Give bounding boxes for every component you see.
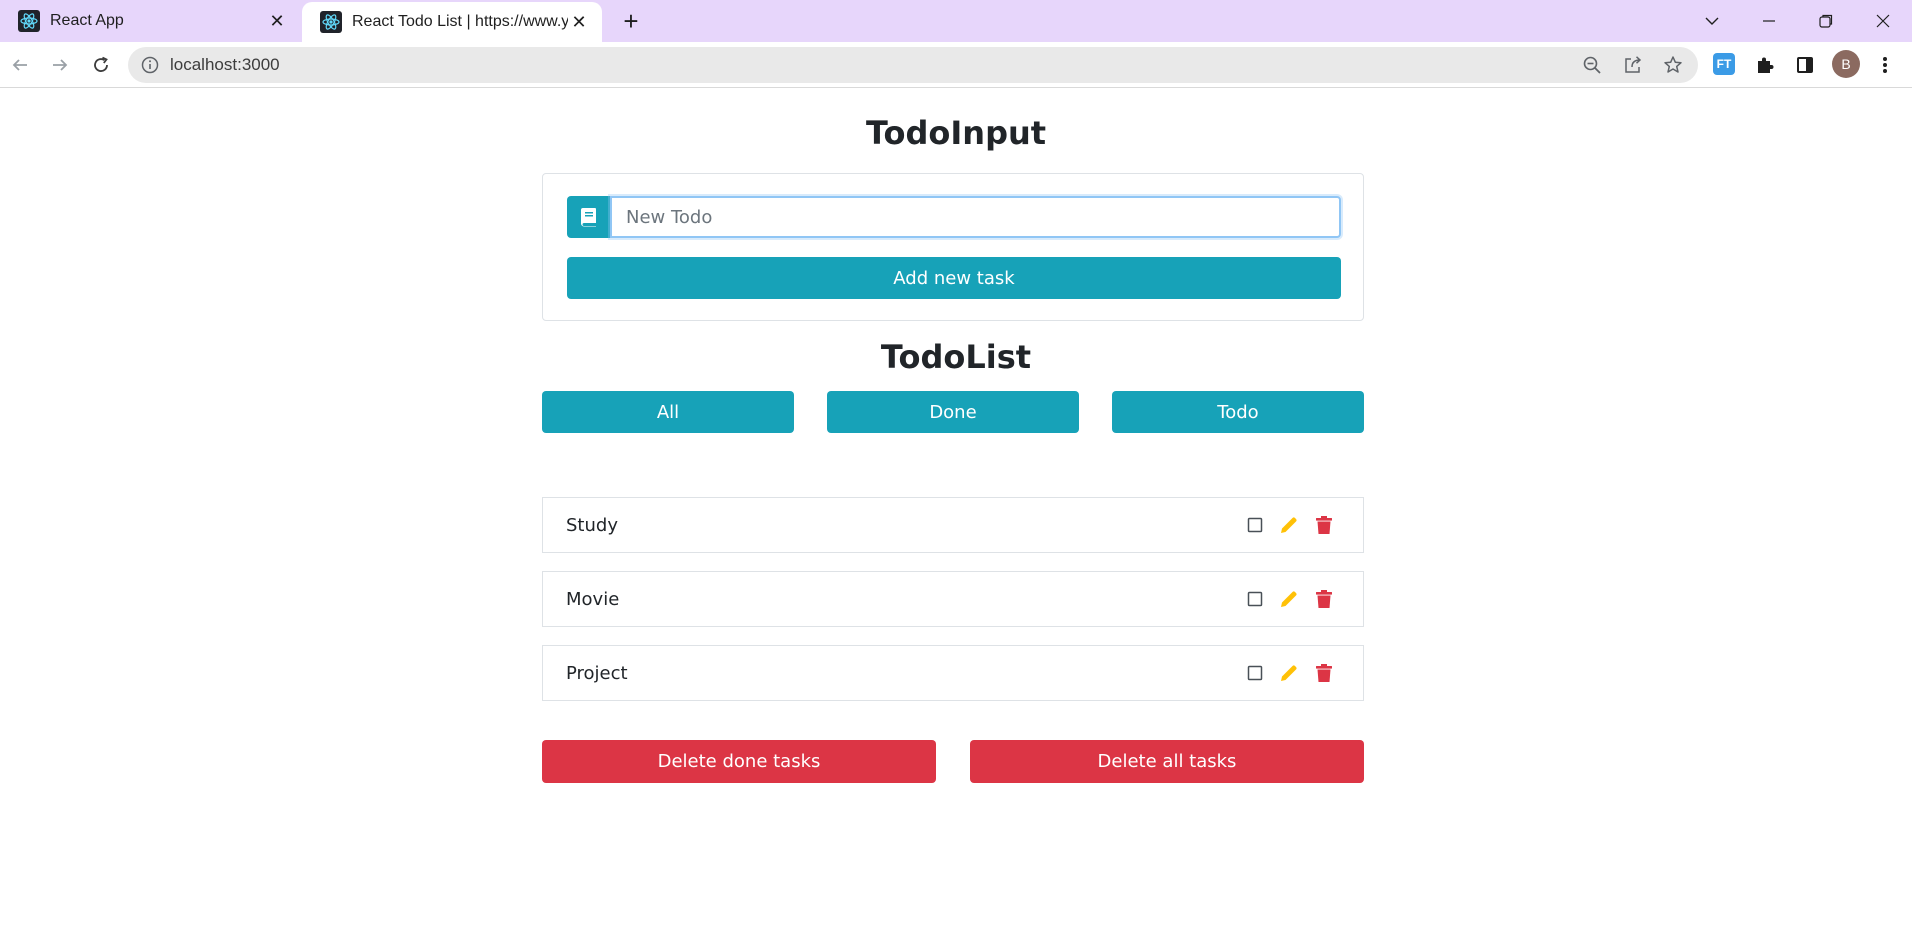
react-favicon-icon (320, 11, 342, 33)
trash-delete-icon[interactable] (1313, 514, 1335, 536)
todo-item: Study (542, 497, 1364, 553)
tab-search-chevron-icon[interactable] (1692, 6, 1732, 36)
tab-react-app[interactable]: React App ✕ (0, 0, 300, 42)
more-menu-icon[interactable] (1870, 50, 1900, 80)
filter-all-button[interactable]: All (542, 391, 794, 433)
ft-extension-icon[interactable]: FT (1713, 53, 1735, 75)
address-bar[interactable]: localhost:3000 (128, 47, 1698, 83)
todo-input-group (567, 196, 1341, 238)
browser-tabstrip: React App ✕ React Todo List | https://ww… (0, 0, 1912, 42)
checkbox-icon[interactable] (1244, 588, 1266, 610)
tab-title: React Todo List | https://www.yo (352, 13, 568, 30)
todo-item-text: Study (566, 515, 618, 536)
pencil-edit-icon[interactable] (1278, 514, 1300, 536)
delete-all-tasks-button[interactable]: Delete all tasks (970, 740, 1364, 783)
pencil-edit-icon[interactable] (1278, 662, 1300, 684)
add-new-task-button[interactable]: Add new task (567, 257, 1341, 299)
pencil-edit-icon[interactable] (1278, 588, 1300, 610)
tab-react-todo-list[interactable]: React Todo List | https://www.yo ✕ (302, 2, 602, 42)
react-favicon-icon (18, 10, 40, 32)
zoom-out-icon[interactable] (1580, 53, 1604, 77)
todo-item-text: Movie (566, 589, 620, 610)
back-arrow-icon[interactable] (5, 50, 35, 80)
checkbox-icon[interactable] (1244, 514, 1266, 536)
browser-toolbar: localhost:3000 FT B (0, 42, 1912, 88)
minimize-icon[interactable] (1749, 6, 1789, 36)
restore-icon[interactable] (1806, 6, 1846, 36)
filter-done-button[interactable]: Done (827, 391, 1079, 433)
todo-list-heading: TodoList (880, 338, 1032, 376)
todo-input-heading: TodoInput (865, 114, 1047, 152)
share-icon[interactable] (1621, 53, 1645, 77)
address-url[interactable]: localhost:3000 (170, 55, 280, 75)
close-icon[interactable]: ✕ (266, 10, 288, 32)
site-info-icon[interactable] (140, 55, 160, 75)
extensions-puzzle-icon[interactable] (1750, 50, 1780, 80)
side-panel-icon[interactable] (1790, 50, 1820, 80)
delete-done-tasks-button[interactable]: Delete done tasks (542, 740, 936, 783)
new-todo-input[interactable] (610, 196, 1341, 238)
todo-input-card: Add new task (542, 173, 1364, 321)
tab-title: React App (50, 12, 124, 29)
new-tab-button[interactable]: + (618, 6, 644, 36)
todo-item: Movie (542, 571, 1364, 627)
reload-icon[interactable] (86, 50, 116, 80)
forward-arrow-icon[interactable] (45, 50, 75, 80)
window-close-icon[interactable] (1863, 6, 1903, 36)
bookmark-star-icon[interactable] (1661, 53, 1685, 77)
todo-item: Project (542, 645, 1364, 701)
trash-delete-icon[interactable] (1313, 662, 1335, 684)
close-icon[interactable]: ✕ (568, 11, 590, 33)
trash-delete-icon[interactable] (1313, 588, 1335, 610)
checkbox-icon[interactable] (1244, 662, 1266, 684)
todo-item-text: Project (566, 663, 628, 684)
profile-avatar[interactable]: B (1832, 50, 1860, 78)
filter-todo-button[interactable]: Todo (1112, 391, 1364, 433)
book-icon (567, 196, 610, 238)
